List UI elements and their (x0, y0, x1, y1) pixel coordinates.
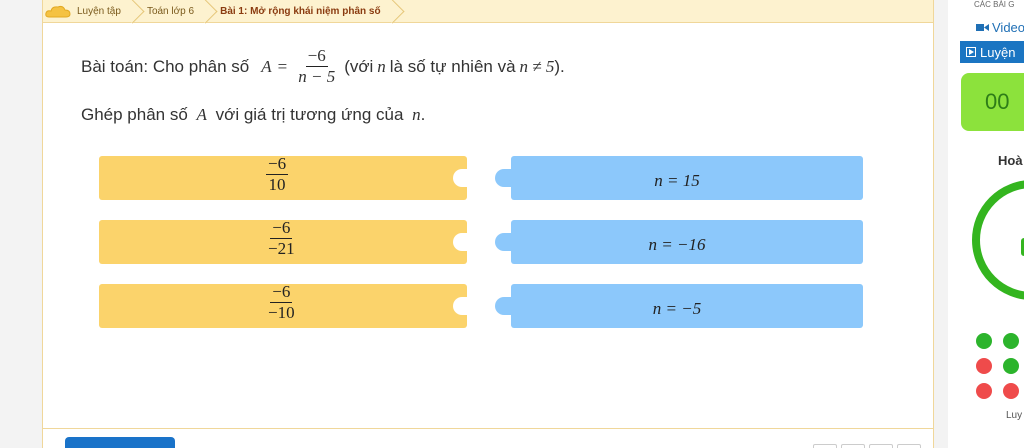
value-tile[interactable]: n = 15 (495, 156, 863, 200)
problem-statement: Bài toán: Cho phân số A = −6 n − 5 (với … (81, 46, 565, 87)
fraction-numerator: −6 (270, 218, 293, 239)
puzzle-notch (453, 297, 467, 315)
tile-fraction: −6 −21 (266, 218, 297, 259)
puzzle-notch (453, 233, 467, 251)
fraction-numerator: −6 (305, 46, 328, 67)
sidebar-item-label: Video (992, 20, 1024, 35)
progress-dot (976, 358, 992, 374)
fraction-numerator: −6 (266, 154, 289, 175)
pager-button[interactable] (841, 444, 865, 448)
fraction-denominator: n − 5 (298, 67, 336, 86)
progress-dot (1003, 358, 1019, 374)
tile-value: n = −5 (652, 299, 702, 318)
instruction: Ghép phân số A với giá trị tương ứng của… (81, 105, 425, 125)
condition-text: là số tự nhiên và (389, 56, 516, 76)
progress-ring (972, 180, 1024, 300)
sidebar-item-practice[interactable]: Luyện (960, 41, 1024, 63)
var-n: n (377, 56, 386, 76)
footer-divider (43, 428, 933, 429)
pager-button[interactable] (897, 444, 921, 448)
progress-dot (976, 333, 992, 349)
condition-open: (với (344, 56, 374, 76)
puzzle-tab (495, 297, 511, 315)
tile-value: n = −16 (648, 235, 706, 254)
problem-prefix: Bài toán: Cho phân số (81, 56, 250, 76)
sidebar-item-label: Luyện (980, 44, 1016, 60)
cloud-home-icon (45, 5, 71, 18)
value-tile[interactable]: n = −5 (495, 284, 863, 328)
progress-label: Luy (1006, 410, 1023, 421)
breadcrumb-label: Toán lớp 6 (146, 5, 195, 17)
exercise-panel: Luyện tập Toán lớp 6 Bài 1: Mở rộng khái… (42, 0, 934, 448)
pager-button[interactable] (813, 444, 837, 448)
sidebar-item-video[interactable]: Video (976, 20, 1024, 35)
puzzle-tab (495, 169, 511, 187)
var-n: n (412, 105, 421, 124)
var-a: A (261, 56, 272, 76)
var-a: A (196, 105, 207, 124)
value-tile[interactable]: n = −16 (495, 220, 863, 264)
fraction-tile[interactable]: −6 −21 (99, 218, 467, 264)
breadcrumb-label: Bài 1: Mở rộng khái niệm phân số (220, 5, 381, 17)
equals-sign: = (277, 56, 288, 76)
video-camera-icon (976, 24, 989, 31)
timer-display: 00 (961, 73, 1024, 131)
page: Luyện tập Toán lớp 6 Bài 1: Mở rộng khái… (0, 0, 1024, 448)
progress-dot (976, 383, 992, 399)
sidebar-section-title: CÁC BÀI G (974, 0, 1015, 9)
condition-inequality: n ≠ 5 (519, 56, 555, 76)
fraction-a: −6 n − 5 (296, 46, 337, 87)
play-icon (966, 47, 976, 57)
fraction-tile[interactable]: −6 −10 (99, 282, 467, 328)
fraction-denominator: −21 (268, 239, 295, 258)
submit-button[interactable] (65, 437, 175, 448)
fraction-denominator: 10 (268, 175, 286, 194)
instruction-prefix: Ghép phân số (81, 105, 188, 124)
condition-close: ). (554, 56, 565, 76)
instruction-suffix: . (420, 105, 426, 124)
breadcrumb-label: Luyện tập (77, 5, 121, 17)
sidebar: CÁC BÀI G Video Luyện 00 Hoà Luy (948, 0, 1024, 448)
tile-value: n = 15 (654, 171, 700, 190)
fraction-numerator: −6 (270, 282, 293, 303)
tile-fraction: −6 −10 (266, 282, 297, 323)
fraction-tile[interactable]: −6 10 (99, 154, 467, 200)
progress-dot (1003, 333, 1019, 349)
completion-label: Hoà (998, 153, 1023, 168)
pager-button[interactable] (869, 444, 893, 448)
tile-fraction: −6 10 (266, 154, 289, 195)
breadcrumb-item-lesson[interactable]: Bài 1: Mở rộng khái niệm phân số (208, 0, 394, 23)
puzzle-notch (453, 169, 467, 187)
breadcrumb-item-grade[interactable]: Toán lớp 6 (135, 0, 208, 23)
fraction-denominator: −10 (268, 303, 295, 322)
breadcrumb: Luyện tập Toán lớp 6 Bài 1: Mở rộng khái… (43, 0, 933, 23)
puzzle-tab (495, 233, 511, 251)
instruction-middle: với giá trị tương ứng của (215, 105, 404, 124)
progress-dot (1003, 383, 1019, 399)
breadcrumb-item-practice[interactable]: Luyện tập (43, 0, 135, 23)
